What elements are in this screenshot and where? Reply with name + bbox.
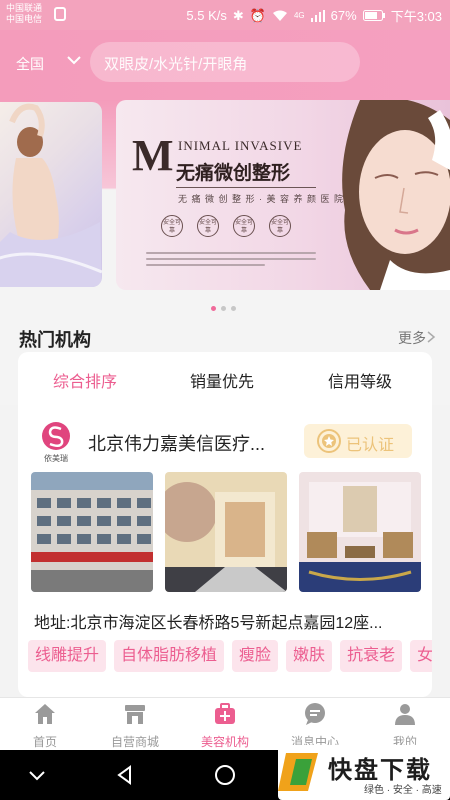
clock: 下午3:03: [390, 9, 442, 24]
service-tag[interactable]: 线雕提升: [28, 640, 107, 672]
banner-carousel[interactable]: M INIMAL INVASIVE 无痛微创整形 无 痛 微 创 整 形 · 美…: [0, 100, 450, 295]
verified-medal-icon: [317, 429, 341, 453]
banner-title-en: M INIMAL INVASIVE: [132, 131, 301, 180]
photo-building[interactable]: [31, 472, 153, 592]
nav-messages[interactable]: 消息中心: [270, 698, 360, 751]
service-tag[interactable]: 自体脂肪移植: [114, 640, 225, 672]
carrier-info: 中国联通 中国电信: [6, 3, 42, 25]
network-speed: 5.5 K/s: [186, 8, 227, 23]
banner-title-letter: M: [132, 131, 174, 180]
nav-store[interactable]: 自营商城: [90, 698, 180, 751]
nav-beauty-institutions-label: 美容机构: [200, 735, 249, 749]
search-input[interactable]: 双眼皮/水光针/开眼角: [90, 42, 360, 82]
safety-badge: 安全可靠: [161, 215, 183, 237]
home-button-icon[interactable]: [214, 764, 236, 786]
institution-address: 地址:北京市海淀区长春桥路5号新起点嘉园12座...: [34, 615, 383, 632]
banner-divider: [176, 187, 316, 188]
nav-store-label: 自营商城: [110, 735, 159, 749]
verified-label: 已认证: [346, 437, 395, 454]
wifi-icon: [272, 10, 287, 21]
signal-4g-label: 4G: [293, 11, 305, 20]
carousel-dot: [221, 306, 226, 311]
app-header: 全国 双眼皮/水光针/开眼角: [0, 30, 450, 100]
carousel-dot: [211, 306, 216, 311]
service-tags: 线雕提升 自体脂肪移植 瘦脸 嫩肤 抗衰老 女: [28, 640, 432, 672]
profile-icon: [395, 704, 415, 725]
institution-card[interactable]: 综合排序 销量优先 信用等级 依美瑞 北京伟力嘉美信医疗... 已认证 地址:北…: [18, 352, 432, 697]
service-tag[interactable]: 嫩肤: [286, 640, 333, 672]
battery-percent: 67%: [330, 8, 357, 23]
bottom-navigation: 首页 自营商城 美容机构 消息中心 我的: [0, 697, 450, 750]
photo-lobby[interactable]: [165, 472, 287, 592]
more-link[interactable]: 更多: [398, 328, 426, 348]
banner-title-en-rest: INIMAL INVASIVE: [178, 138, 303, 153]
carrier-2: 中国电信: [6, 14, 43, 24]
institution-name[interactable]: 北京伟力嘉美信医疗...: [88, 430, 265, 456]
medical-kit-icon: [215, 703, 235, 724]
battery-icon: [362, 10, 385, 21]
signal-icon: [310, 9, 325, 22]
safety-badge: 安全可靠: [197, 215, 219, 237]
banner-slide-previous[interactable]: [0, 102, 102, 287]
watermark-slogan: 绿色 · 安全 · 高速: [364, 785, 442, 796]
model-face-image: [342, 100, 450, 290]
tab-credit[interactable]: 信用等级: [328, 368, 392, 392]
safety-badge: 安全可靠: [233, 215, 255, 237]
carousel-indicator: [211, 306, 236, 311]
download-site-watermark: 快盘下载 绿色 · 安全 · 高速: [278, 745, 450, 800]
hide-keyboard-icon[interactable]: [26, 764, 48, 786]
service-tag[interactable]: 抗衰老: [340, 640, 403, 672]
city-selector[interactable]: 全国: [16, 54, 44, 74]
home-icon: [35, 704, 55, 724]
safety-badges: 安全可靠 安全可靠 安全可靠 安全可靠: [161, 215, 291, 237]
banner-title-cn: 无痛微创整形: [176, 163, 291, 184]
service-tag[interactable]: 女: [410, 640, 432, 672]
chevron-right-icon[interactable]: [426, 331, 436, 343]
institution-photos: [31, 472, 421, 592]
verified-badge: 已认证: [304, 424, 412, 458]
tab-comprehensive[interactable]: 综合排序: [53, 368, 117, 392]
sort-tabs: 综合排序 销量优先 信用等级: [18, 368, 432, 394]
section-title: 热门机构: [19, 330, 91, 350]
institution-logo: 依美瑞: [42, 422, 70, 463]
nav-home[interactable]: 首页: [0, 698, 90, 751]
bluetooth-icon: ✱: [232, 7, 244, 23]
nav-profile[interactable]: 我的: [360, 698, 450, 751]
carrier-1: 中国联通: [6, 3, 43, 13]
chevron-down-icon[interactable]: [66, 52, 82, 68]
app-notification-icon: [54, 7, 66, 21]
banner-slide-current[interactable]: M INIMAL INVASIVE 无痛微创整形 无 痛 微 创 整 形 · 美…: [116, 100, 450, 290]
safety-badge: 安全可靠: [269, 215, 291, 237]
institution-logo-text: 依美瑞: [44, 453, 68, 463]
carousel-dot: [231, 306, 236, 311]
watermark-brand: 快盘下载: [328, 757, 432, 784]
nav-home-label: 首页: [32, 735, 57, 749]
status-icons: 5.5 K/s ✱ ⏰ 4G 67% 下午3:03: [186, 6, 442, 25]
service-tag[interactable]: 瘦脸: [232, 640, 279, 672]
status-bar: 中国联通 中国电信 5.5 K/s ✱ ⏰ 4G 67% 下午3:03: [0, 0, 450, 30]
tab-sales[interactable]: 销量优先: [190, 368, 254, 392]
photo-lounge[interactable]: [299, 472, 421, 592]
model-back-image: [0, 103, 102, 287]
nav-beauty-institutions[interactable]: 美容机构: [180, 698, 270, 751]
search-placeholder: 双眼皮/水光针/开眼角: [104, 56, 248, 73]
store-icon: [125, 705, 145, 724]
alarm-icon: ⏰: [249, 7, 266, 23]
back-icon[interactable]: [114, 764, 136, 786]
banner-fine-print: [146, 252, 316, 270]
message-icon: [305, 703, 325, 725]
